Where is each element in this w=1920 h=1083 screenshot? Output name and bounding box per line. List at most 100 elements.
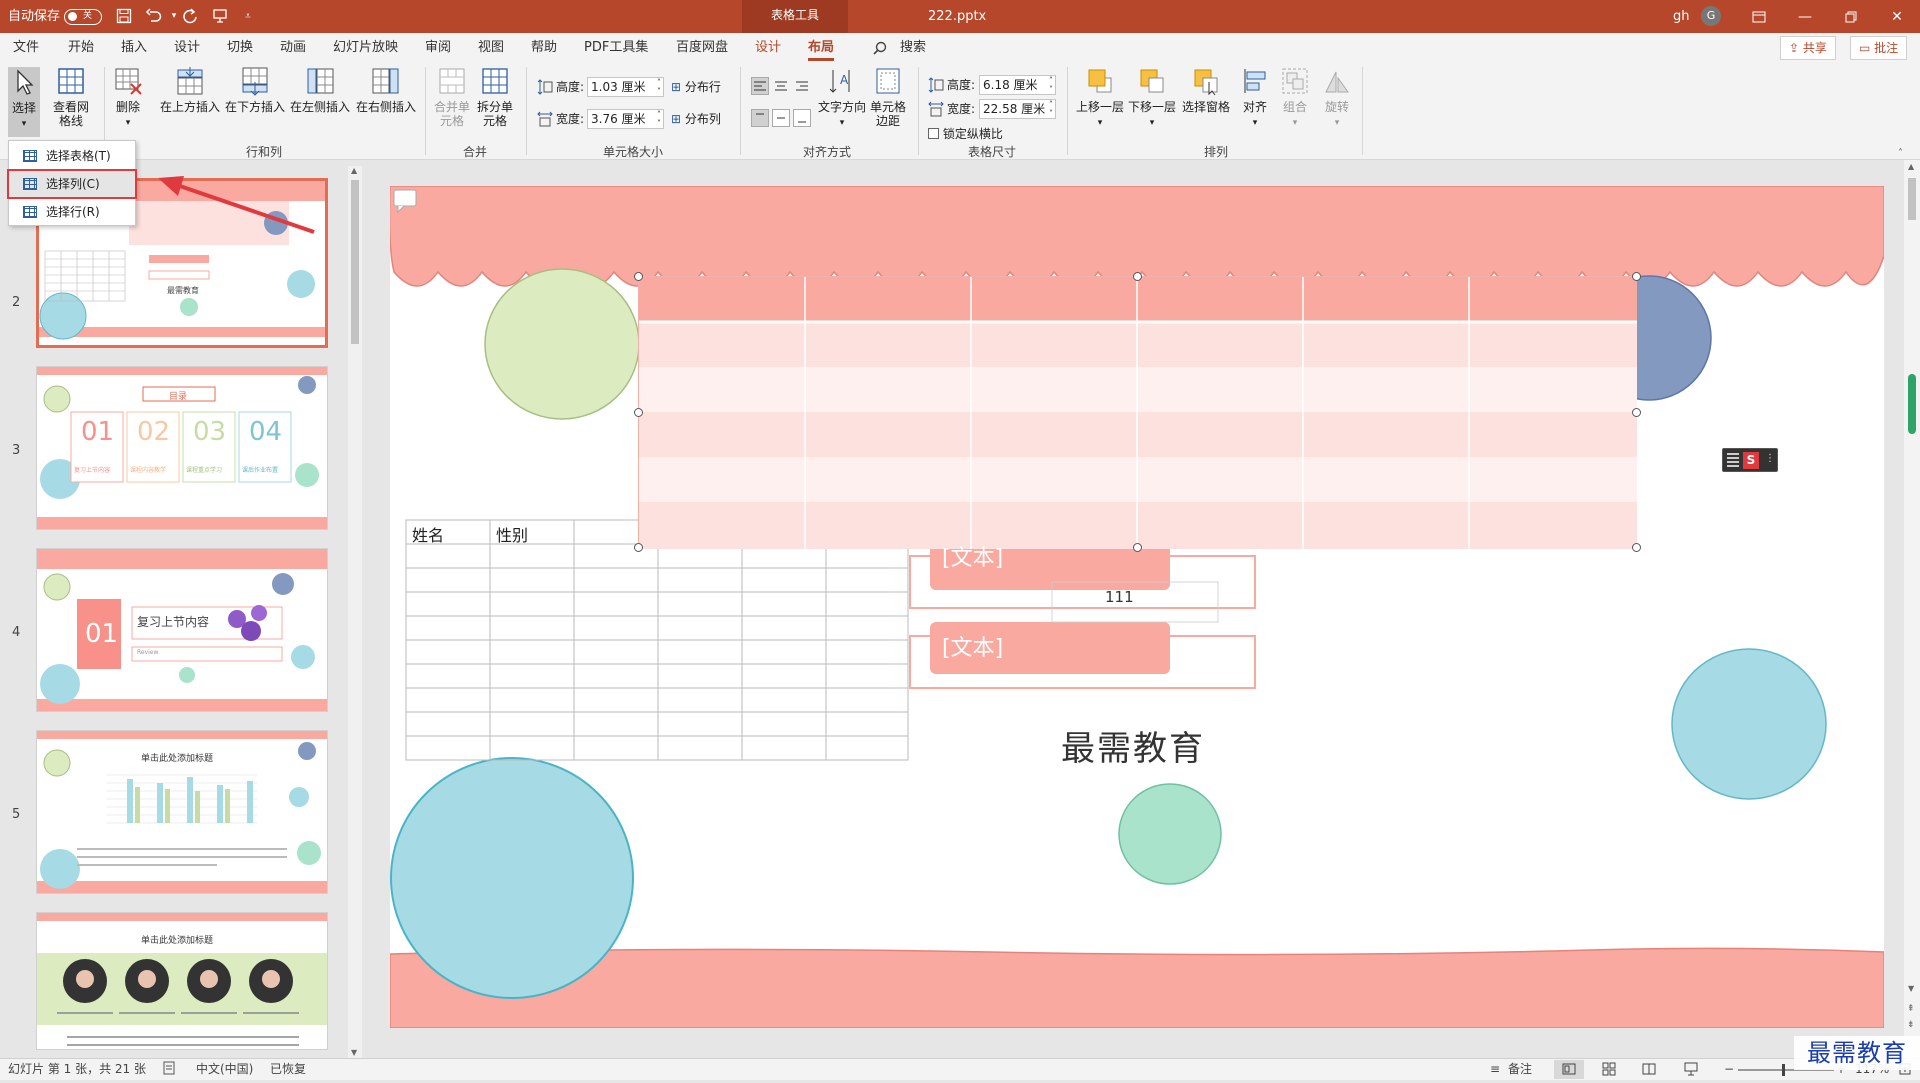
resize-handle[interactable] (634, 543, 643, 552)
menu-item-select-row[interactable]: 选择行(R) (9, 199, 135, 225)
align-top-icon[interactable] (751, 109, 769, 127)
rotate-button[interactable]: 旋转 ▾ (1320, 66, 1354, 130)
align-center-icon[interactable] (772, 77, 790, 95)
width-spinner-icon[interactable]: ˄ ˅ (657, 110, 661, 128)
resize-handle[interactable] (634, 408, 643, 417)
comments-button[interactable]: ▭ 批注 (1850, 36, 1908, 60)
height-spinner-icon[interactable]: ˄ ˅ (657, 78, 661, 96)
group-objects-button[interactable]: 组合 ▾ (1278, 66, 1312, 130)
slide-main-title[interactable]: 最需教育 (1061, 721, 1205, 770)
tab-transitions[interactable]: 切换 (227, 33, 253, 63)
next-slide-icon[interactable]: ⇟ (1907, 1020, 1915, 1030)
align-bottom-icon[interactable] (793, 109, 811, 127)
prev-slide-icon[interactable]: ⇞ (1907, 1004, 1915, 1014)
zoom-out-icon[interactable]: − (1724, 1059, 1734, 1080)
table-height-spinner-icon[interactable]: ˄ ˅ (1049, 76, 1053, 94)
sogou-s-icon[interactable]: S (1743, 452, 1759, 469)
language-indicator[interactable]: 中文(中国) (196, 1059, 253, 1080)
resize-handle[interactable] (634, 272, 643, 281)
tab-design[interactable]: 设计 (174, 33, 200, 63)
restore-icon[interactable] (1828, 0, 1874, 33)
slide-thumbnail-2[interactable]: 目录 01 02 03 04 复习上节内容 课程内容教学 课程重点学习 课后作业… (36, 366, 328, 530)
align-middle-icon[interactable] (772, 109, 790, 127)
select-button[interactable]: 选择 ▾ (8, 67, 40, 137)
cell-value[interactable]: 111 (1105, 588, 1134, 606)
resize-handle[interactable] (1133, 543, 1142, 552)
ime-menu-icon[interactable]: ⋮ (1765, 453, 1775, 464)
close-icon[interactable]: ✕ (1874, 0, 1920, 33)
insert-below-button[interactable]: 在下方插入 (224, 66, 286, 114)
selection-pane-button[interactable]: 选择窗格 (1180, 66, 1232, 114)
canvas-scroll-down-icon[interactable]: ▼ (1908, 984, 1914, 993)
cell-height-input[interactable]: 1.03 厘米 ˄ ˅ (587, 77, 664, 97)
tab-insert[interactable]: 插入 (121, 33, 147, 63)
autosave-toggle[interactable]: 关 (64, 9, 102, 25)
cell-margins-button[interactable]: 单元格边距 (868, 66, 908, 128)
scroll-up-icon[interactable]: ▲ (351, 166, 357, 175)
resize-handle[interactable] (1133, 272, 1142, 281)
menu-item-select-column[interactable]: 选择列(C) (7, 169, 137, 199)
table-width-spinner-icon[interactable]: ˄ ˅ (1049, 100, 1053, 118)
slide-thumbnail-5[interactable]: 单击此处添加标题 (36, 912, 328, 1050)
redo-icon[interactable] (178, 5, 202, 27)
bring-forward-button[interactable]: 上移一层 ▾ (1074, 66, 1126, 130)
tab-view[interactable]: 视图 (478, 33, 504, 63)
slide-thumbnail-4[interactable]: 单击此处添加标题 (36, 730, 328, 894)
avatar[interactable]: G (1701, 6, 1721, 26)
canvas-scroll-up-icon[interactable]: ▲ (1908, 162, 1914, 171)
lock-ratio-checkbox[interactable]: 锁定纵横比 (928, 126, 1003, 142)
distribute-rows-button[interactable]: ⊞ 分布行 (671, 79, 721, 95)
send-backward-button[interactable]: 下移一层 ▾ (1126, 66, 1178, 130)
tab-baidu-netdisk[interactable]: 百度网盘 (676, 33, 728, 63)
search-label[interactable]: 搜索 (900, 33, 926, 63)
slide-thumbnail-3[interactable]: 01 复习上节内容 Review (36, 548, 328, 712)
thumbnail-scrollbar[interactable]: ▲ ▼ (348, 166, 362, 1060)
presentation-icon[interactable] (208, 5, 232, 27)
table-height-input[interactable]: 6.18 厘米 ˄ ˅ (979, 75, 1056, 95)
tab-review[interactable]: 审阅 (425, 33, 451, 63)
insert-above-button[interactable]: 在上方插入 (160, 66, 220, 114)
cell-width-input[interactable]: 3.76 厘米 ˄ ˅ (587, 109, 664, 129)
text-box-1[interactable]: [文本] (942, 540, 1003, 572)
table-header-gender[interactable]: 性别 (496, 522, 528, 546)
resize-handle[interactable] (1632, 408, 1641, 417)
split-cells-button[interactable]: 拆分单元格 (476, 66, 514, 128)
zoom-slider-thumb[interactable] (1782, 1064, 1785, 1076)
selected-table[interactable] (634, 272, 1641, 552)
align-button[interactable]: 对齐 ▾ (1238, 66, 1272, 130)
table-width-input[interactable]: 22.58 厘米 ˄ ˅ (979, 99, 1056, 119)
distribute-cols-button[interactable]: ⊞ 分布列 (671, 111, 721, 127)
slide-canvas[interactable]: 姓名 性别 [文本] [文本] 111 最需教育 S ⋮ (390, 186, 1884, 1028)
tab-file[interactable]: 文件 (13, 33, 39, 63)
tab-slideshow[interactable]: 幻灯片放映 (333, 33, 398, 63)
tab-animations[interactable]: 动画 (280, 33, 306, 63)
insert-left-button[interactable]: 在左侧插入 (289, 66, 351, 114)
text-direction-button[interactable]: A 文字方向 ▾ (817, 66, 867, 130)
notes-button[interactable]: 备注 (1508, 1059, 1532, 1080)
save-icon[interactable] (112, 5, 136, 27)
align-left-icon[interactable] (751, 77, 769, 95)
ime-toolbar[interactable]: S ⋮ (1722, 448, 1778, 472)
resize-handle[interactable] (1632, 272, 1641, 281)
insert-right-button[interactable]: 在右侧插入 (355, 66, 417, 114)
scroll-down-icon[interactable]: ▼ (351, 1048, 357, 1057)
tab-layout[interactable]: 布局 (808, 33, 835, 63)
tab-help[interactable]: 帮助 (531, 33, 557, 63)
view-gridlines-button[interactable]: 查看网格线 (50, 66, 92, 128)
search-icon[interactable] (873, 41, 887, 59)
customize-toolbar-icon[interactable]: ⩡ (236, 5, 260, 27)
share-button[interactable]: ⇪ 共享 (1780, 36, 1836, 60)
ribbon-display-icon[interactable] (1736, 0, 1782, 33)
align-right-icon[interactable] (793, 77, 811, 95)
canvas-scroll-thumb[interactable] (1908, 178, 1916, 220)
delete-button[interactable]: 删除 ▾ (110, 66, 146, 130)
menu-item-select-table[interactable]: 选择表格(T) (9, 143, 135, 169)
text-box-2[interactable]: [文本] (942, 630, 1003, 662)
table-header-name[interactable]: 姓名 (412, 522, 444, 546)
spellcheck-icon[interactable] (162, 1059, 176, 1080)
notes-icon[interactable]: ≡ (1490, 1059, 1500, 1080)
collapse-ribbon-icon[interactable]: ˄ (1898, 148, 1903, 159)
thumbnail-scroll-thumb[interactable] (351, 180, 359, 344)
resize-handle[interactable] (1632, 543, 1641, 552)
minimize-icon[interactable]: — (1782, 0, 1828, 33)
